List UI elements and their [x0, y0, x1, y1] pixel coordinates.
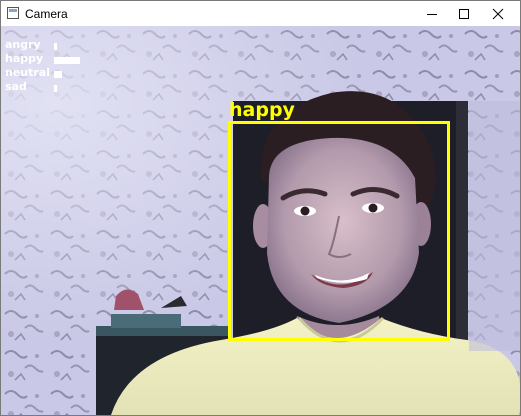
maximize-icon	[459, 8, 469, 19]
emotion-bar-happy	[54, 57, 80, 64]
title-bar[interactable]: Camera	[1, 1, 520, 26]
emotion-label-happy: happy	[5, 52, 44, 65]
emotion-bar-sad	[54, 85, 57, 92]
close-button[interactable]	[481, 1, 515, 26]
emotion-label-neutral: neutral	[5, 66, 50, 79]
emotion-label-angry: angry	[5, 38, 41, 51]
emotion-bar-angry	[54, 43, 57, 50]
emotion-bar-neutral	[54, 71, 62, 78]
window-title: Camera	[25, 7, 68, 21]
camera-feed: angry happy neutral sad happy	[1, 26, 520, 415]
detected-emotion-label: happy	[229, 99, 295, 121]
face-bounding-box	[228, 121, 450, 341]
minimize-icon	[427, 13, 437, 15]
close-icon	[492, 8, 504, 19]
camera-window: Camera angry happy neutral sad happy	[0, 0, 521, 416]
minimize-button[interactable]	[415, 1, 449, 26]
maximize-button[interactable]	[447, 1, 481, 26]
app-icon	[7, 7, 19, 19]
emotion-label-sad: sad	[5, 80, 27, 93]
